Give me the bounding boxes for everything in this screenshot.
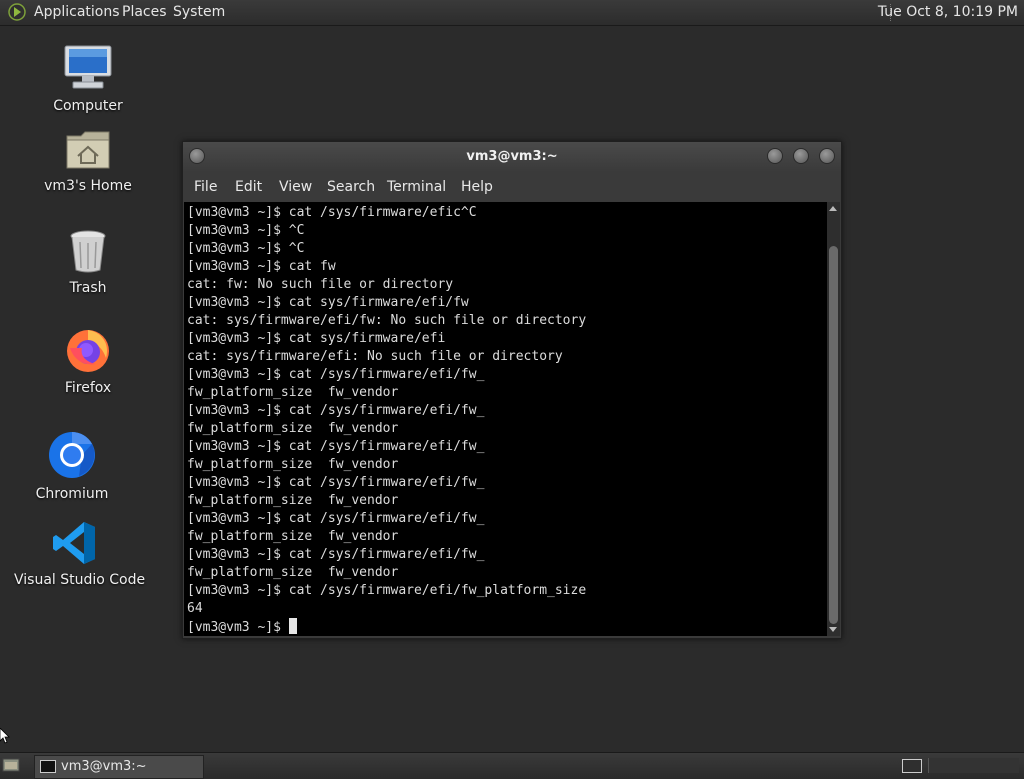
scroll-up-arrow-icon[interactable] [829,206,837,211]
desktop-icon-label: Firefox [64,380,112,396]
terminal-menubar: File Edit View Search Terminal Help [183,173,841,201]
desktop-icon-label: Computer [53,98,123,114]
workspace-switcher[interactable] [928,758,1019,773]
clock[interactable]: Tue Oct 8, 10:19 PM [878,4,1018,20]
computer-icon [64,45,112,89]
terminal-line: fw_platform_size fw_vendor [187,457,399,472]
maximize-icon[interactable] [793,148,809,164]
terminal-line: [vm3@vm3 ~]$ cat /sys/firmware/efic^C [187,205,477,220]
desktop-icon-firefox[interactable]: Firefox [48,326,128,396]
firefox-icon [67,330,109,372]
system-menu[interactable]: System [173,4,225,20]
scrollbar-thumb[interactable] [829,246,838,624]
desktop-icon-label: vm3's Home [44,178,132,194]
terminal-line: [vm3@vm3 ~]$ cat sys/firmware/efi/fw [187,295,469,310]
terminal-line: 64 [187,601,203,616]
desktop-icon-chromium[interactable]: Chromium [32,430,112,502]
terminal-line: [vm3@vm3 ~]$ cat /sys/firmware/efi/fw_ [187,511,485,526]
top-panel: Applications Places System Tue Oct 8, 10… [0,0,1024,26]
terminal-prompt: [vm3@vm3 ~]$ [187,620,289,635]
terminal-window[interactable]: vm3@vm3:~ File Edit View Search Terminal… [182,141,842,639]
terminal-line: [vm3@vm3 ~]$ cat /sys/firmware/efi/fw_pl… [187,583,587,598]
minimize-icon[interactable] [767,148,783,164]
distro-logo-icon[interactable] [8,3,26,21]
menu-help[interactable]: Help [461,179,493,195]
menu-search[interactable]: Search [327,179,375,195]
chromium-icon [49,432,95,478]
terminal-icon [40,760,56,773]
workspace-1[interactable] [902,759,922,773]
terminal-line: [vm3@vm3 ~]$ ^C [187,241,305,256]
show-desktop-icon[interactable] [2,757,20,773]
terminal-line: cat: fw: No such file or directory [187,277,454,292]
scroll-down-arrow-icon[interactable] [829,627,837,632]
places-menu[interactable]: Places [122,4,167,20]
terminal-line: cat: sys/firmware/efi: No such file or d… [187,349,563,364]
window-titlebar[interactable]: vm3@vm3:~ [183,142,841,172]
terminal-line: [vm3@vm3 ~]$ cat /sys/firmware/efi/fw_ [187,475,485,490]
terminal-line: fw_platform_size fw_vendor [187,493,399,508]
terminal-line: [vm3@vm3 ~]$ cat /sys/firmware/efi/fw_ [187,547,485,562]
terminal-line: fw_platform_size fw_vendor [187,385,399,400]
terminal-output[interactable]: [vm3@vm3 ~]$ cat /sys/firmware/efic^C [v… [184,202,827,636]
terminal-line: cat: sys/firmware/efi/fw: No such file o… [187,313,587,328]
terminal-text: [vm3@vm3 ~]$ cat /sys/firmware/efic^C [v… [187,204,586,637]
desktop-icon-label: Trash [69,280,107,296]
desktop-icon-trash[interactable]: Trash [48,228,128,296]
terminal-line: fw_platform_size fw_vendor [187,421,399,436]
menu-terminal[interactable]: Terminal [387,179,446,195]
desktop-icon-label: Visual Studio Code [14,572,146,588]
terminal-line: [vm3@vm3 ~]$ cat fw [187,259,336,274]
desktop-icon-label: Chromium [35,486,109,502]
terminal-line: [vm3@vm3 ~]$ cat /sys/firmware/efi/fw_ [187,403,485,418]
terminal-line: fw_platform_size fw_vendor [187,529,399,544]
home-folder-icon [66,131,110,169]
vscode-icon [53,522,95,564]
menu-file[interactable]: File [194,179,217,195]
menu-edit[interactable]: Edit [235,179,262,195]
terminal-line: [vm3@vm3 ~]$ ^C [187,223,305,238]
menu-view[interactable]: View [279,179,312,195]
bottom-panel: vm3@vm3:~ [0,752,1024,779]
desktop-icon-computer[interactable]: Computer [48,44,128,114]
desktop-icon-home[interactable]: vm3's Home [40,128,136,194]
terminal-line: [vm3@vm3 ~]$ cat /sys/firmware/efi/fw_ [187,367,485,382]
taskbar-item-label: vm3@vm3:~ [61,759,147,774]
desktop-icon-vscode[interactable]: Visual Studio Code [14,520,146,588]
trash-icon [70,230,106,273]
terminal-line: [vm3@vm3 ~]$ cat /sys/firmware/efi/fw_ [187,439,485,454]
terminal-scrollbar[interactable] [827,202,840,636]
terminal-cursor [288,618,297,634]
close-icon[interactable] [819,148,835,164]
terminal-line: [vm3@vm3 ~]$ cat sys/firmware/efi [187,331,446,346]
window-title: vm3@vm3:~ [466,149,558,164]
mouse-pointer-icon [0,728,10,744]
terminal-line: fw_platform_size fw_vendor [187,565,399,580]
taskbar-item-terminal[interactable]: vm3@vm3:~ [34,755,204,779]
applications-menu[interactable]: Applications [34,4,120,20]
